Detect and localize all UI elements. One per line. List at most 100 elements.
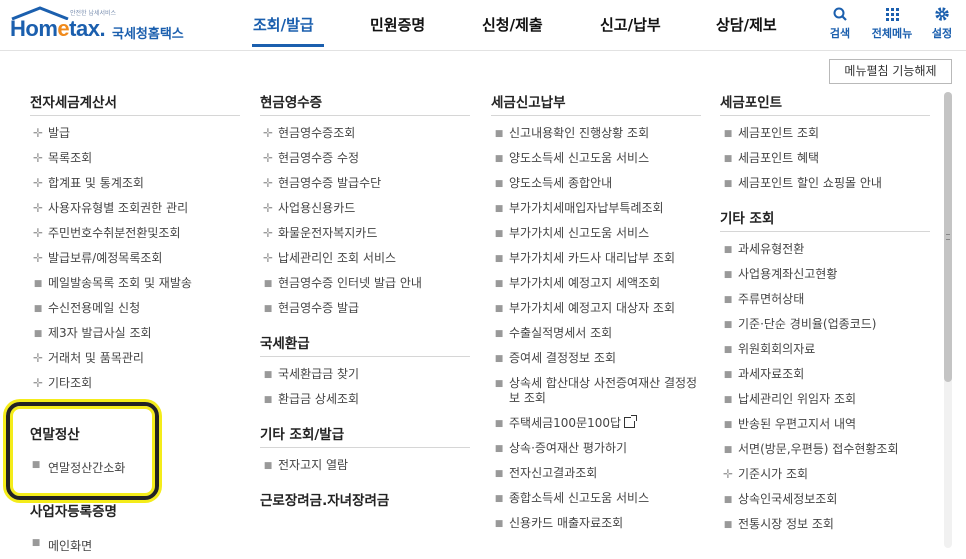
menu-item[interactable]: ■ 부가가치세 예정고지 세액조회 bbox=[491, 276, 705, 291]
bullet-dot-icon: ■ bbox=[723, 345, 733, 355]
menu-item[interactable]: ■ 부가가치세 신고도움 서비스 bbox=[491, 226, 705, 241]
nav-inquiry-issue[interactable]: 조회/발급 bbox=[253, 14, 314, 35]
nav-civil-certificate[interactable]: 민원증명 bbox=[370, 14, 425, 35]
section-title-business-registration[interactable]: 사업자등록증명 bbox=[30, 500, 117, 520]
menu-item[interactable]: ■ 납세관리인 위임자 조회 bbox=[720, 392, 934, 407]
menu-item[interactable]: ■ 과세자료조회 bbox=[720, 367, 934, 382]
menu-item[interactable]: ■ 신용카드 매출자료조회 bbox=[491, 516, 705, 531]
settings-button[interactable]: 설정 bbox=[928, 6, 956, 41]
menu-item[interactable]: ✛ 화물운전자복지카드 bbox=[260, 226, 474, 241]
menu-item[interactable]: ■ 위원회회의자료 bbox=[720, 342, 934, 357]
menu-item[interactable]: ✛ 거래처 및 품목관리 bbox=[30, 351, 244, 366]
menu-item[interactable]: ■ 반송된 우편고지서 내역 bbox=[720, 417, 934, 432]
menu-item[interactable]: ✛ 사업용신용카드 bbox=[260, 201, 474, 216]
menu-item-label: 전통시장 정보 조회 bbox=[738, 517, 834, 531]
section-title-year-end-settlement[interactable]: 연말정산 bbox=[30, 423, 80, 443]
menu-item-label: 세금포인트 조회 bbox=[738, 126, 820, 140]
menu-item[interactable]: ■ 세금포인트 혜택 bbox=[720, 151, 934, 166]
menu-item[interactable]: ■ 세금포인트 조회 bbox=[720, 126, 934, 141]
section-title: 세금신고납부 bbox=[491, 95, 566, 111]
menu-item-main-screen[interactable]: ■ 메인화면 bbox=[30, 537, 92, 554]
menu-item[interactable]: ■ 주택세금100문100답 bbox=[491, 415, 705, 431]
menu-item[interactable]: ■ 세금포인트 할인 쇼핑몰 안내 bbox=[720, 176, 934, 191]
menu-expand-toggle-button[interactable]: 메뉴펼침 기능해제 bbox=[829, 59, 952, 84]
menu-item[interactable]: ■ 수신전용메일 신청 bbox=[30, 301, 244, 316]
bullet-dot-icon: ■ bbox=[263, 370, 273, 380]
menu-item[interactable]: ■ 제3자 발급사실 조회 bbox=[30, 326, 244, 341]
menu-item[interactable]: ■ 주류면허상태 bbox=[720, 292, 934, 307]
menu-item[interactable]: ■ 현금영수증 인터넷 발급 안내 bbox=[260, 276, 474, 291]
menu-item[interactable]: ■ 국세환급금 찾기 bbox=[260, 367, 474, 382]
bullet-dot-icon: ■ bbox=[494, 129, 504, 139]
menu-item[interactable]: ✛ 사용자유형별 조회권한 관리 bbox=[30, 201, 244, 216]
menu-item-label: 발급 bbox=[48, 126, 71, 140]
plus-expand-icon: ✛ bbox=[32, 151, 44, 165]
bullet-dot-icon: ■ bbox=[723, 370, 733, 380]
menu-item[interactable]: ✛ 현금영수증 수정 bbox=[260, 151, 474, 166]
bullet-dot-icon: ■ bbox=[723, 154, 733, 164]
menu-item[interactable]: ■ 환급금 상세조회 bbox=[260, 392, 474, 407]
section-title: 기타 조회 bbox=[720, 211, 775, 227]
scrollbar-track[interactable] bbox=[944, 92, 952, 548]
menu-item[interactable]: ■ 신고내용확인 진행상황 조회 bbox=[491, 126, 705, 141]
menu-item-label: 사업용신용카드 bbox=[278, 201, 356, 215]
menu-item-label: 전자신고결과조회 bbox=[509, 466, 598, 480]
bullet-dot-icon: ■ bbox=[723, 295, 733, 305]
menu-item[interactable]: ✛ 발급 bbox=[30, 126, 244, 141]
menu-item-label: 기타조회 bbox=[48, 376, 93, 390]
scrollbar-thumb[interactable] bbox=[944, 92, 952, 382]
menu-item[interactable]: ■ 메일발송목록 조회 및 재발송 bbox=[30, 276, 244, 291]
plus-expand-icon: ✛ bbox=[32, 226, 44, 240]
menu-item[interactable]: ✛ 납세관리인 조회 서비스 bbox=[260, 251, 474, 266]
menu-item[interactable]: ■ 현금영수증 발급 bbox=[260, 301, 474, 316]
menu-item-label: 납세관리인 위임자 조회 bbox=[738, 392, 857, 406]
menu-item-label: 부가가치세매입자납부특례조회 bbox=[509, 201, 664, 215]
bullet-dot-icon: ■ bbox=[494, 304, 504, 314]
bullet-dot-icon: ■ bbox=[263, 395, 273, 405]
all-menu-button[interactable]: 전체메뉴 bbox=[866, 6, 918, 41]
menu-item-label: 수신전용메일 신청 bbox=[48, 301, 141, 315]
menu-item[interactable]: ✛ 현금영수증 발급수단 bbox=[260, 176, 474, 191]
menu-item[interactable]: ■ 증여세 결정정보 조회 bbox=[491, 351, 705, 366]
menu-item[interactable]: ■ 상속세 합산대상 사전증여재산 결정정보 조회 bbox=[491, 376, 701, 406]
menu-item-label: 종합소득세 신고도움 서비스 bbox=[509, 491, 650, 505]
gear-icon bbox=[935, 7, 949, 21]
search-button[interactable]: 검색 bbox=[825, 6, 855, 41]
menu-item[interactable]: ■ 기준·단순 경비율(업종코드) bbox=[720, 317, 934, 332]
menu-item[interactable]: ■ 상속·증여재산 평가하기 bbox=[491, 441, 705, 456]
menu-item[interactable]: ✛ 주민번호수취분전환및조회 bbox=[30, 226, 244, 241]
menu-item[interactable]: ✛ 현금영수증조회 bbox=[260, 126, 474, 141]
menu-item[interactable]: ■ 수출실적명세서 조회 bbox=[491, 326, 705, 341]
menu-item[interactable]: ■ 서면(방문,우편등) 접수현황조회 bbox=[720, 442, 934, 457]
nav-apply-submit[interactable]: 신청/제출 bbox=[482, 14, 543, 35]
menu-item[interactable]: ✛ 목록조회 bbox=[30, 151, 244, 166]
menu-item[interactable]: ■ 상속인국세정보조회 bbox=[720, 492, 934, 507]
menu-item[interactable]: ✛ 기준시가 조회 bbox=[720, 467, 934, 482]
bullet-dot-icon: ■ bbox=[494, 469, 504, 479]
menu-item[interactable]: ■ 양도소득세 신고도움 서비스 bbox=[491, 151, 705, 166]
nav-consult-report[interactable]: 상담/제보 bbox=[716, 14, 777, 35]
bullet-dot-icon: ■ bbox=[494, 444, 504, 454]
menu-item[interactable]: ✛ 합계표 및 통계조회 bbox=[30, 176, 244, 191]
menu-item[interactable]: ■ 전통시장 정보 조회 bbox=[720, 517, 934, 532]
menu-item[interactable]: ✛ 기타조회 bbox=[30, 376, 244, 391]
menu-item-label: 메일발송목록 조회 및 재발송 bbox=[48, 276, 192, 290]
bullet-dot-icon: ■ bbox=[494, 204, 504, 214]
menu-item[interactable]: ■ 양도소득세 종합안내 bbox=[491, 176, 705, 191]
bullet-dot-icon: ■ bbox=[723, 495, 733, 505]
menu-item[interactable]: ■ 전자고지 열람 bbox=[260, 458, 474, 473]
menu-item-label: 부가가치세 신고도움 서비스 bbox=[509, 226, 650, 240]
hometax-logo[interactable]: 안전한 납세서비스 Hometax. 국세청홈택스 bbox=[10, 6, 190, 42]
bullet-dot-icon: ■ bbox=[494, 279, 504, 289]
menu-item[interactable]: ■ 부가가치세 카드사 대리납부 조회 bbox=[491, 251, 705, 266]
menu-item[interactable]: ✛ 발급보류/예정목록조회 bbox=[30, 251, 244, 266]
menu-item[interactable]: ■ 부가가치세 예정고지 대상자 조회 bbox=[491, 301, 705, 316]
menu-item[interactable]: ■ 과세유형전환 bbox=[720, 242, 934, 257]
menu-item[interactable]: ■ 전자신고결과조회 bbox=[491, 466, 705, 481]
nav-report-pay[interactable]: 신고/납부 bbox=[600, 14, 661, 35]
menu-item-year-end-settlement-simplified[interactable]: ■ 연말정산간소화 bbox=[30, 459, 126, 476]
menu-item[interactable]: ■ 종합소득세 신고도움 서비스 bbox=[491, 491, 705, 506]
menu-item[interactable]: ■ 사업용계좌신고현황 bbox=[720, 267, 934, 282]
bullet-dot-icon: ■ bbox=[723, 520, 733, 530]
menu-item[interactable]: ■ 부가가치세매입자납부특례조회 bbox=[491, 201, 705, 216]
